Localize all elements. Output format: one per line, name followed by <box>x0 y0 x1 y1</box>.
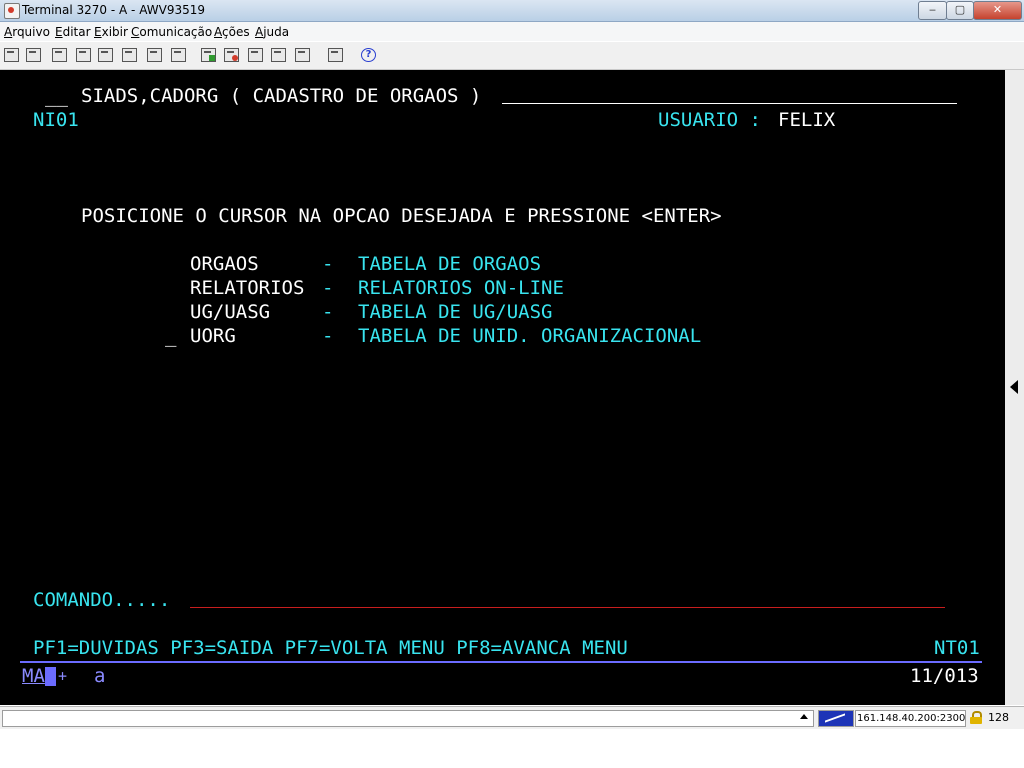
header-title: SIADS,CADORG ( CADASTRO DE ORGAOS ) <box>81 85 482 107</box>
oia-ma: MA <box>22 665 45 687</box>
close-button[interactable]: ✕ <box>973 1 1022 20</box>
print-screen-icon[interactable] <box>26 48 41 62</box>
keypad-icon[interactable] <box>171 48 186 62</box>
print-setup-icon[interactable] <box>52 48 67 62</box>
collapse-arrow-icon[interactable] <box>1010 380 1018 394</box>
menu-exibir[interactable]: Exibir <box>94 25 128 39</box>
paste-icon[interactable] <box>98 48 113 62</box>
option-code-uorg[interactable]: UORG <box>190 324 236 348</box>
user-label: USUARIO : <box>658 109 761 131</box>
minimize-button[interactable]: ‒ <box>918 1 947 20</box>
menu-comunicacao[interactable]: Comunicação <box>131 25 212 39</box>
print-icon[interactable] <box>4 48 19 62</box>
option-code-orgaos[interactable]: ORGAOS <box>190 252 259 276</box>
oia-a: a <box>94 665 106 687</box>
title-bar: Terminal 3270 - A - AWV93519 ‒ ▢ ✕ <box>0 0 1024 22</box>
cut-icon[interactable] <box>147 48 162 62</box>
status-message-field <box>2 710 814 727</box>
menu-acoes[interactable]: Ações <box>214 25 250 39</box>
record-icon[interactable] <box>271 48 286 62</box>
scroll-up-icon[interactable] <box>800 714 808 719</box>
option-code-ug-uasg[interactable]: UG/UASG <box>190 300 270 324</box>
java-app-icon <box>4 3 20 19</box>
menu-arquivo[interactable]: Arquivo <box>4 25 50 39</box>
window-title: Terminal 3270 - A - AWV93519 <box>22 3 205 17</box>
option-separator: - <box>322 325 334 347</box>
header-prefix[interactable]: __ <box>45 84 68 108</box>
menu-ajuda[interactable]: Ajuda <box>255 25 289 39</box>
option-separator: - <box>322 277 334 299</box>
command-label: COMANDO..... <box>33 589 171 611</box>
screen-code: NT01 <box>934 637 980 659</box>
side-panel[interactable] <box>1005 70 1024 705</box>
function-keys[interactable]: PF1=DUVIDAS PF3=SAIDA PF7=VOLTA MENU PF8… <box>33 636 628 660</box>
macro-icon[interactable] <box>248 48 263 62</box>
toolbar: ? <box>0 42 1024 70</box>
header-underline <box>502 103 957 104</box>
text-cursor: _ <box>165 325 177 347</box>
oia-plus: + <box>58 667 68 685</box>
receive-icon[interactable] <box>224 48 239 62</box>
cursor-block <box>45 667 56 686</box>
window-bottom-area <box>0 729 1024 768</box>
maximize-button[interactable]: ▢ <box>946 1 974 20</box>
terminal-screen[interactable]: __ SIADS,CADORG ( CADASTRO DE ORGAOS ) N… <box>0 70 1005 705</box>
menu-editar[interactable]: Editar <box>55 25 91 39</box>
lock-icon <box>970 711 982 724</box>
help-icon[interactable]: ? <box>361 48 376 62</box>
encryption-bits: 128 <box>988 711 1009 724</box>
option-desc-relatorios[interactable]: RELATORIOS ON-LINE <box>358 276 564 300</box>
option-desc-uorg[interactable]: TABELA DE UNID. ORGANIZACIONAL <box>358 324 701 348</box>
copy-append-icon[interactable] <box>122 48 137 62</box>
option-desc-ug-uasg[interactable]: TABELA DE UG/UASG <box>358 300 552 324</box>
cursor-position: 11/013 <box>910 665 979 687</box>
option-separator: - <box>322 301 334 323</box>
connection-status-icon <box>818 710 854 727</box>
host-address: 161.148.40.200:23000 <box>855 710 966 727</box>
status-bar: 161.148.40.200:23000 128 <box>0 706 1024 729</box>
oia-separator <box>20 661 982 663</box>
send-icon[interactable] <box>201 48 216 62</box>
user-name: FELIX <box>778 109 836 131</box>
run-icon[interactable] <box>328 48 343 62</box>
copy-icon[interactable] <box>76 48 91 62</box>
screen-id: NI01 <box>33 109 79 131</box>
option-desc-orgaos[interactable]: TABELA DE ORGAOS <box>358 252 541 276</box>
menu-bar: Arquivo Editar Exibir Comunicação Ações … <box>0 22 1024 41</box>
config-icon[interactable] <box>295 48 310 62</box>
option-code-relatorios[interactable]: RELATORIOS <box>190 276 304 300</box>
command-input[interactable] <box>190 607 945 608</box>
instruction-text: POSICIONE O CURSOR NA OPCAO DESEJADA E P… <box>81 205 722 227</box>
option-separator: - <box>322 253 334 275</box>
